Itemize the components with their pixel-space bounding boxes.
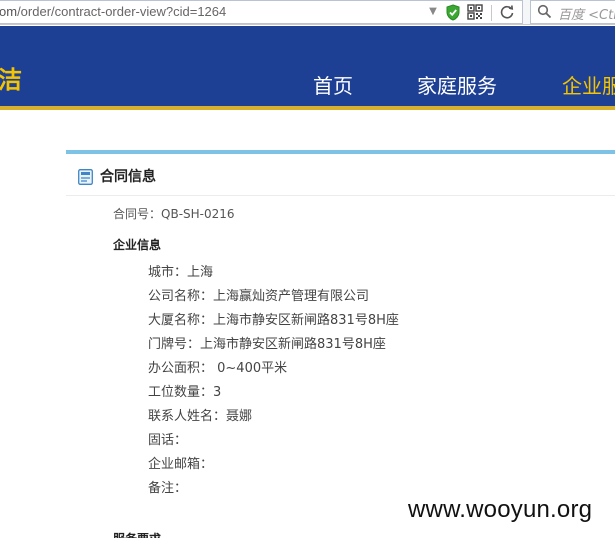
field-workstation-count: 工位数量：3 — [148, 381, 221, 400]
field-company-email: 企业邮箱： — [148, 453, 213, 472]
field-label: 工位数量： — [148, 385, 214, 400]
field-label: 大厦名称： — [148, 313, 214, 328]
contract-number: 合同号：QB-SH-0216 — [113, 205, 235, 222]
card-title: 合同信息 — [100, 169, 156, 185]
section-title-service-requirements: 服务要求 — [113, 530, 161, 538]
field-city: 城市：上海 — [148, 261, 213, 280]
search-placeholder: 百度 <Ctrl — [558, 8, 615, 23]
search-input[interactable]: 百度 <Ctrl — [530, 0, 615, 24]
url-path: /order/contract-order-view?cid=1264 — [17, 4, 227, 19]
toolbar-divider — [491, 5, 492, 21]
field-label: 办公面积： — [148, 361, 214, 376]
field-value: 聂娜 — [226, 409, 253, 424]
nav-item-enterprise-service[interactable]: 企业服 — [562, 70, 615, 99]
field-building-name: 大厦名称：上海市静安区新闸路831号8H座 — [148, 309, 399, 328]
field-label: 公司名称： — [148, 289, 214, 304]
browser-address-bar: om/order/contract-order-view?cid=1264 ▼ — [0, 0, 615, 25]
field-label: 企业邮箱： — [148, 457, 214, 472]
field-label: 固话： — [148, 433, 188, 448]
contract-number-label: 合同号： — [113, 207, 162, 221]
field-value: 3 — [213, 385, 222, 400]
field-label: 备注： — [148, 481, 188, 496]
field-label: 联系人姓名： — [148, 409, 227, 424]
nav-item-family-service[interactable]: 家庭服务 — [417, 70, 497, 99]
qr-code-icon[interactable] — [467, 4, 483, 20]
field-value: 0~400平米 — [213, 361, 288, 376]
header-accent-stripe — [0, 106, 615, 110]
url-field[interactable]: om/order/contract-order-view?cid=1264 ▼ — [0, 0, 523, 24]
field-door-number: 门牌号：上海市静安区新闸路831号8H座 — [148, 333, 386, 352]
contract-number-value: QB-SH-0216 — [161, 207, 235, 221]
field-contact-name: 联系人姓名：聂娜 — [148, 405, 252, 424]
url-text: om/order/contract-order-view?cid=1264 — [0, 4, 226, 19]
field-remarks: 备注： — [148, 477, 187, 496]
field-value: 上海 — [187, 265, 214, 280]
site-logo[interactable]: 洁 — [0, 60, 22, 95]
field-landline: 固话： — [148, 429, 187, 448]
field-label: 门牌号： — [148, 337, 201, 352]
refresh-icon[interactable] — [499, 4, 515, 20]
section-title-enterprise: 企业信息 — [113, 238, 162, 252]
search-icon — [537, 4, 552, 19]
document-icon — [78, 169, 93, 185]
site-header: 洁 首页 家庭服务 企业服 — [0, 26, 615, 106]
field-label: 城市： — [148, 265, 188, 280]
shield-icon[interactable] — [445, 4, 461, 21]
field-office-area: 办公面积： 0~400平米 — [148, 357, 287, 376]
watermark: www.wooyun.org — [408, 496, 593, 523]
field-value: 上海市静安区新闸路831号8H座 — [213, 313, 399, 328]
url-host: om — [0, 4, 18, 19]
field-value: 上海市静安区新闸路831号8H座 — [200, 337, 386, 352]
card-header: 合同信息 — [66, 154, 615, 196]
field-value: 上海赢灿资产管理有限公司 — [213, 289, 370, 304]
field-company-name: 公司名称：上海赢灿资产管理有限公司 — [148, 285, 369, 304]
nav-item-home[interactable]: 首页 — [313, 70, 353, 99]
chevron-down-icon[interactable]: ▼ — [427, 6, 439, 18]
